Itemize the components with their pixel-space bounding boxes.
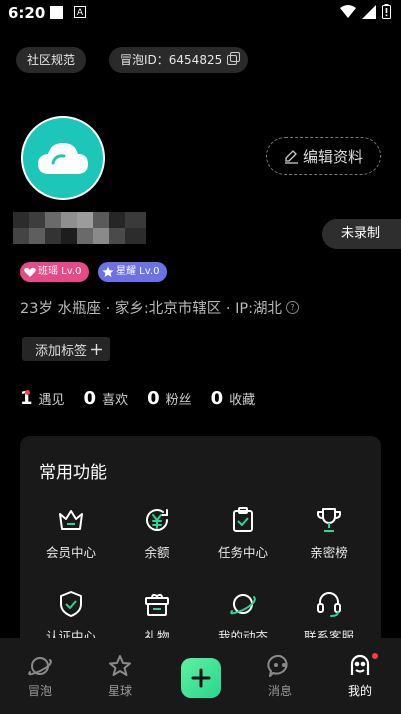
notification-dot [25, 390, 30, 395]
nav-label: 星球 [107, 684, 132, 698]
feature-label: 任务中心 [217, 545, 268, 560]
star-icon [102, 266, 114, 277]
common-features-card: 常用功能 会员中心 余额 任务中心 亲密榜 认证中心 礼物 我的动态 联系客服 [20, 436, 381, 666]
feature-vip-center[interactable]: 会员中心 [28, 506, 114, 561]
avatar[interactable] [21, 116, 105, 200]
feature-label: 亲密榜 [310, 545, 348, 560]
feature-gifts[interactable]: 礼物 [114, 590, 200, 645]
wifi-icon [340, 4, 356, 18]
stat-number: 0 [83, 388, 97, 409]
stats-row: 1 遇见 0 喜欢 0 粉丝 0 收藏 [20, 388, 274, 409]
notification-square-icon [50, 6, 63, 19]
user-id-label: 冒泡ID：6454825 [120, 53, 223, 67]
battery-icon [382, 4, 391, 19]
level-badge-1-label: 班瑶 Lv.0 [38, 266, 82, 277]
feature-task-center[interactable]: 任务中心 [200, 506, 286, 561]
profile-info-line: 23岁 水瓶座 · 家乡:北京市辖区 · IP:湖北 ? [20, 297, 300, 318]
nav-item-planet[interactable]: 星球 [90, 654, 150, 699]
feature-customer-service[interactable]: 联系客服 [286, 590, 372, 645]
card-title: 常用功能 [39, 463, 107, 483]
trophy-icon [317, 508, 341, 532]
message-icon [267, 654, 288, 677]
nav-item-messages[interactable]: 消息 [250, 654, 310, 699]
cloud-icon [38, 143, 88, 174]
nav-item-bubble[interactable]: 冒泡 [10, 654, 70, 699]
bottom-navigation: 冒泡 星球 消息 我的 [0, 638, 401, 714]
feature-balance[interactable]: 余额 [114, 506, 200, 561]
planet-icon [230, 594, 256, 615]
voice-record-button[interactable]: 未录制 [322, 219, 401, 249]
notification-dot [372, 653, 378, 659]
feature-label: 余额 [144, 545, 170, 560]
crown-icon [59, 510, 83, 530]
stat-label: 喜欢 [102, 393, 129, 408]
edit-pencil-icon [284, 149, 298, 164]
clipboard-check-icon [233, 507, 253, 532]
status-time: 6:20 [8, 4, 46, 22]
stat-label: 收藏 [229, 393, 256, 408]
copy-icon[interactable] [227, 52, 241, 65]
nav-label: 我的 [347, 684, 372, 698]
community-rules-button[interactable]: 社区规范 [16, 47, 87, 73]
stat-label: 粉丝 [165, 393, 192, 408]
feature-verification-center[interactable]: 认证中心 [28, 590, 114, 645]
nav-item-mine[interactable]: 我的 [330, 653, 390, 699]
community-rules-label: 社区规范 [27, 53, 76, 67]
planet-icon [28, 657, 52, 676]
nickname-pixelated [13, 212, 146, 244]
plus-icon [91, 343, 103, 355]
stat-favorites[interactable]: 0 收藏 [211, 388, 256, 409]
add-tag-button[interactable]: 添加标签 [22, 337, 111, 361]
stat-fans[interactable]: 0 粉丝 [147, 388, 192, 409]
yen-icon [146, 509, 168, 531]
stat-encounter[interactable]: 1 遇见 [20, 388, 65, 409]
status-icons [340, 4, 391, 19]
create-post-button[interactable] [181, 658, 221, 698]
edit-profile-button[interactable]: 编辑资料 [266, 137, 381, 175]
stat-label: 遇见 [38, 393, 65, 408]
nav-label: 冒泡 [27, 684, 52, 698]
stat-number: 0 [147, 388, 160, 409]
nav-label: 消息 [267, 684, 292, 698]
stat-number: 0 [210, 388, 224, 409]
edit-profile-label: 编辑资料 [302, 147, 363, 166]
gift-icon [145, 593, 169, 616]
profile-icon [350, 654, 370, 675]
level-badge-2[interactable]: 星耀 Lv.0 [98, 262, 168, 282]
notification-a-icon: A [74, 6, 86, 18]
heart-icon [24, 267, 36, 277]
add-tag-label: 添加标签 [35, 343, 88, 359]
help-icon[interactable]: ? [286, 301, 300, 314]
signal-icon [362, 4, 376, 19]
level-badge-1[interactable]: 班瑶 Lv.0 [20, 262, 90, 282]
plus-icon [191, 668, 211, 688]
stat-likes[interactable]: 0 喜欢 [84, 388, 129, 409]
feature-intimacy-rank[interactable]: 亲密榜 [286, 506, 372, 561]
feature-label: 会员中心 [45, 545, 96, 560]
headset-icon [317, 592, 341, 617]
profile-info-text: 23岁 水瓶座 · 家乡:北京市辖区 · IP:湖北 [20, 301, 283, 317]
user-id-chip[interactable]: 冒泡ID：6454825 [109, 47, 249, 73]
feature-my-moments[interactable]: 我的动态 [200, 590, 286, 645]
shield-check-icon [60, 591, 82, 617]
star-icon [109, 655, 131, 676]
level-badge-2-label: 星耀 Lv.0 [116, 266, 160, 277]
